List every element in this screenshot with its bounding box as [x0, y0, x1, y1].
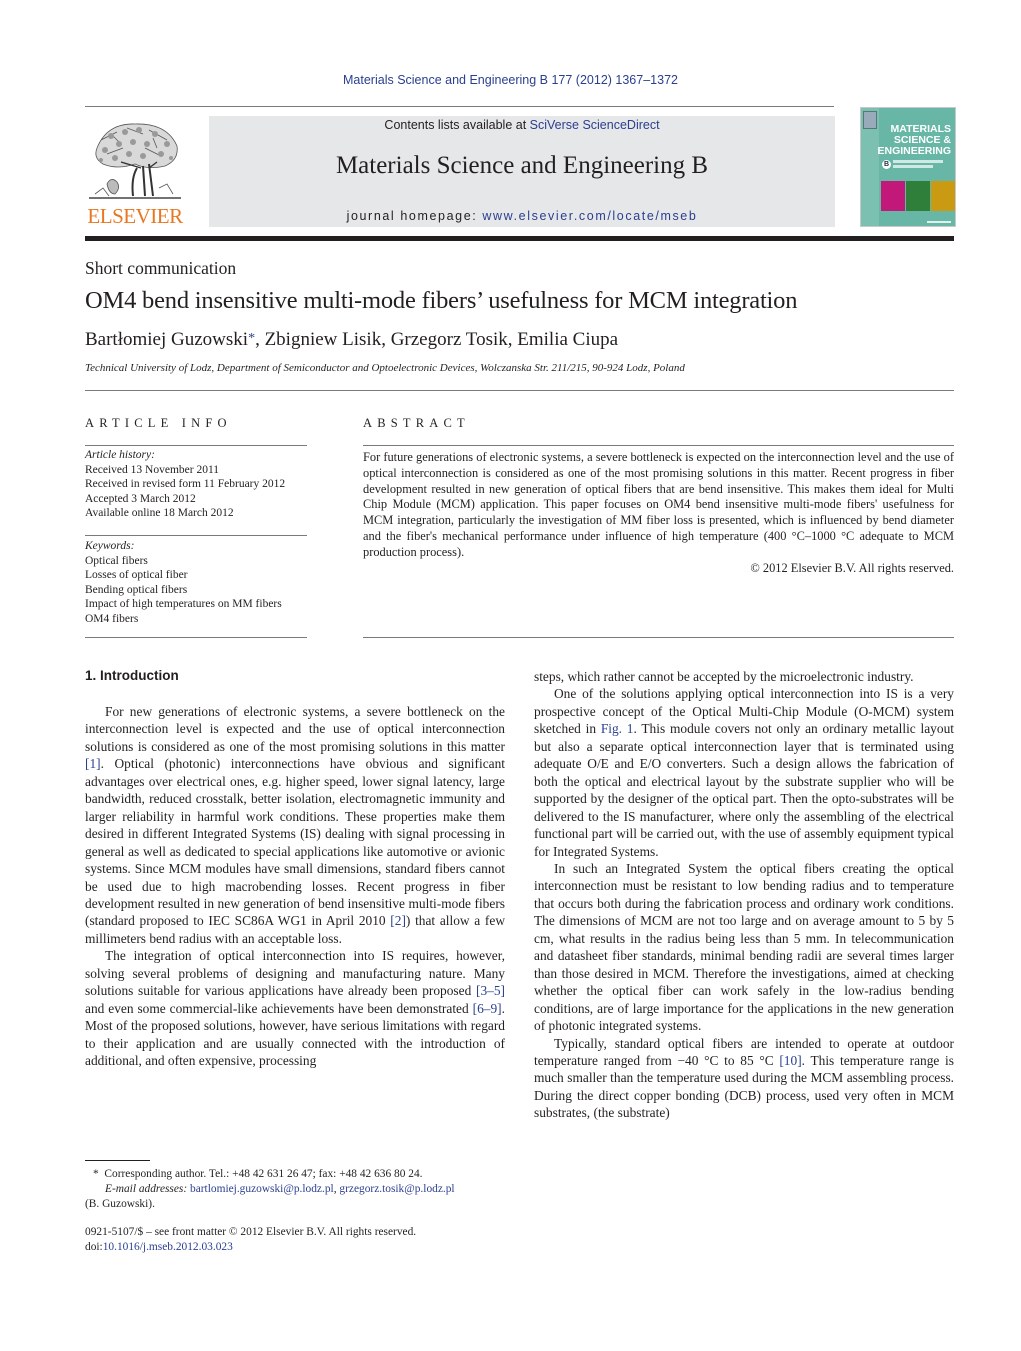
homepage-prefix: journal homepage: [346, 209, 483, 223]
abstract-heading: ABSTRACT [363, 416, 470, 430]
keywords: Keywords: Optical fibers Losses of optic… [85, 539, 315, 626]
paragraph-text: For new generations of electronic system… [85, 704, 505, 754]
abstract-divider [363, 445, 954, 446]
elsevier-tree-icon [89, 123, 181, 199]
footnote-star: * [93, 1168, 99, 1180]
cover-footer [927, 221, 951, 223]
article-history: Article history: Received 13 November 20… [85, 448, 315, 521]
author-list: Bartłomiej Guzowski*, Zbigniew Lisik, Gr… [85, 329, 618, 351]
cover-title-line3: ENGINEERING [877, 145, 951, 157]
reference-link[interactable]: [3–5] [476, 983, 505, 998]
article-type: Short communication [85, 258, 237, 278]
cover-image-yellow [931, 181, 955, 211]
body-paragraph: One of the solutions applying optical in… [534, 685, 954, 860]
email-label: E-mail addresses: [105, 1183, 188, 1195]
affiliation: Technical University of Lodz, Department… [85, 362, 685, 374]
cover-subtitle-2 [893, 165, 933, 168]
email-link[interactable]: bartlomiej.guzowski@p.lodz.pl [190, 1183, 334, 1195]
history-item: Received 13 November 2011 [85, 463, 220, 476]
keywords-divider [85, 535, 307, 536]
author-name[interactable]: Bartłomiej Guzowski [85, 329, 248, 350]
info-bottom-rule [85, 637, 307, 638]
history-item: Received in revised form 11 February 201… [85, 478, 286, 490]
title-divider [85, 390, 954, 391]
contents-line: Contents lists available at SciVerse Sci… [209, 118, 835, 132]
article-title: OM4 bend insensitive multi-mode fibers’ … [85, 287, 798, 314]
body-paragraph: The integration of optical interconnecti… [85, 947, 505, 1069]
header-thick-rule [85, 236, 954, 241]
body-paragraph: In such an Integrated System the optical… [534, 860, 954, 1035]
reference-link[interactable]: [10] [779, 1053, 801, 1068]
paragraph-text: The integration of optical interconnecti… [85, 948, 505, 999]
keyword: Bending optical fibers [85, 583, 188, 596]
elsevier-wordmark: ELSEVIER [87, 204, 183, 228]
article-info-heading: ARTICLE INFO [85, 416, 232, 430]
abstract: For future generations of electronic sys… [363, 450, 954, 576]
paragraph-text: . Optical (photonic) interconnections ha… [85, 756, 505, 929]
cover-image-magenta [881, 181, 905, 211]
journal-masthead: Contents lists available at SciVerse Sci… [209, 116, 835, 227]
keywords-label: Keywords: [85, 540, 135, 552]
author-separator: , [255, 329, 265, 350]
sciencedirect-link[interactable]: SciVerse ScienceDirect [530, 118, 660, 132]
footnote: * Corresponding author. Tel.: +48 42 631… [85, 1167, 515, 1212]
body-left-column: For new generations of electronic system… [85, 703, 505, 1070]
abstract-bottom-rule [363, 637, 954, 638]
article-info-divider [85, 445, 307, 446]
keyword: OM4 fibers [85, 612, 139, 625]
paragraph-text: . This module covers not only an ordinar… [534, 721, 954, 859]
elsevier-logo[interactable]: ELSEVIER [85, 116, 185, 228]
paragraph-text: and even some commercial-like achievemen… [85, 1000, 473, 1016]
doi-link[interactable]: 10.1016/j.mseb.2012.03.023 [103, 1241, 233, 1253]
cover-subtitle [893, 160, 943, 163]
history-item: Accepted 3 March 2012 [85, 492, 196, 505]
body-paragraph: steps, which rather cannot be accepted b… [534, 668, 954, 685]
author-separator: , [507, 329, 518, 350]
history-label: Article history: [85, 449, 155, 461]
corresponding-author-marker[interactable]: * [248, 331, 255, 346]
email-owner: (B. Guzowski). [85, 1198, 155, 1210]
reference-link[interactable]: [1] [85, 756, 101, 771]
paragraph-text: steps, which rather cannot be accepted b… [534, 669, 914, 684]
history-item: Available online 18 March 2012 [85, 507, 234, 519]
footnote-rule [85, 1160, 150, 1161]
cover-badge [863, 111, 877, 129]
front-matter: 0921-5107/$ – see front matter © 2012 El… [85, 1225, 515, 1255]
reference-link[interactable]: [2] [390, 913, 406, 928]
email-link[interactable]: grzegorz.tosik@p.lodz.pl [339, 1183, 454, 1195]
journal-citation[interactable]: Materials Science and Engineering B 177 … [0, 73, 1021, 87]
abstract-body: For future generations of electronic sys… [363, 450, 954, 559]
journal-title: Materials Science and Engineering B [335, 152, 709, 179]
body-paragraph: For new generations of electronic system… [85, 703, 505, 947]
corresponding-author-note: Corresponding author. Tel.: +48 42 631 2… [104, 1168, 423, 1180]
contents-prefix: Contents lists available at [384, 118, 530, 132]
doi-prefix: doi: [85, 1241, 103, 1253]
reference-link[interactable]: Fig. 1 [601, 721, 634, 736]
reference-link[interactable]: [6–9] [473, 1001, 502, 1016]
homepage-link[interactable]: www.elsevier.com/locate/mseb [482, 209, 697, 223]
author-name[interactable]: Emilia Ciupa [517, 329, 618, 350]
abstract-copyright: © 2012 Elsevier B.V. All rights reserved… [750, 560, 954, 575]
keyword: Impact of high temperatures on MM fibers [85, 598, 282, 610]
paragraph-text: In such an Integrated System the optical… [534, 860, 954, 1034]
cover-image-green [906, 181, 930, 211]
header-divider [85, 106, 834, 107]
section-heading: 1. Introduction [85, 668, 179, 683]
author-name[interactable]: Grzegorz Tosik [391, 329, 508, 350]
keyword: Losses of optical fiber [85, 569, 188, 581]
author-separator: , [381, 329, 391, 350]
body-right-column: steps, which rather cannot be accepted b… [534, 668, 954, 1122]
journal-cover-thumbnail[interactable]: MATERIALS SCIENCE & ENGINEERING B [860, 107, 956, 227]
homepage-line: journal homepage: www.elsevier.com/locat… [209, 209, 835, 223]
keyword: Optical fibers [85, 554, 148, 567]
author-name[interactable]: Zbigniew Lisik [265, 329, 382, 350]
body-paragraph: Typically, standard optical fibers are i… [534, 1035, 954, 1122]
issn-line: 0921-5107/$ – see front matter © 2012 El… [85, 1226, 417, 1238]
cover-letter: B [882, 160, 891, 169]
